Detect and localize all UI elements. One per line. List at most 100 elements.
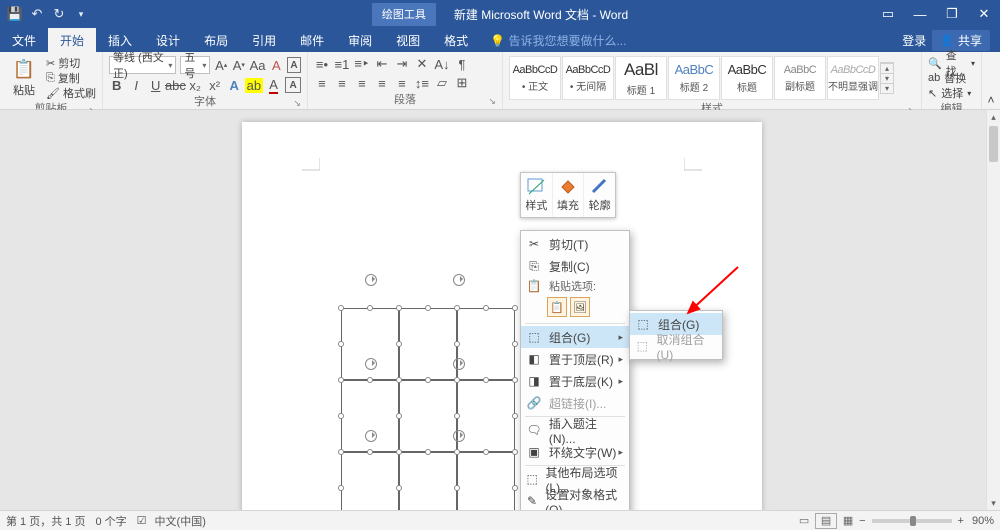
paste-keep-source-icon[interactable]: 📋	[547, 297, 567, 317]
paste-button[interactable]: 📋 粘贴	[6, 56, 42, 100]
restore-icon[interactable]: ❐	[936, 0, 968, 28]
char-border-icon[interactable]: A	[287, 57, 301, 73]
ctx-send-back[interactable]: ◨置于底层(K)▸	[521, 370, 629, 392]
superscript-icon[interactable]: x²	[207, 77, 222, 93]
mini-outline-button[interactable]: 轮廓	[584, 173, 615, 217]
font-size-combo[interactable]: 五号▾	[180, 56, 210, 74]
ctx-wrap-text[interactable]: ▣环绕文字(W)▸	[521, 441, 629, 463]
print-layout-icon[interactable]: ▤	[815, 513, 837, 529]
word-count[interactable]: 0 个字	[95, 513, 126, 529]
tab-mailings[interactable]: 邮件	[288, 28, 336, 52]
scroll-thumb[interactable]	[989, 126, 998, 162]
tab-references[interactable]: 引用	[240, 28, 288, 52]
tab-view[interactable]: 视图	[384, 28, 432, 52]
tab-review[interactable]: 审阅	[336, 28, 384, 52]
mini-fill-button[interactable]: 填充	[553, 173, 585, 217]
ribbon-options-icon[interactable]: ▭	[872, 0, 904, 28]
scroll-down-icon[interactable]: ▾	[987, 496, 1000, 510]
change-case-icon[interactable]: Aa	[250, 57, 266, 73]
clear-format-icon[interactable]: A	[270, 57, 284, 73]
highlight-icon[interactable]: ab	[246, 77, 262, 93]
scroll-up-icon[interactable]: ▴	[987, 110, 1000, 124]
font-family-combo[interactable]: 等线 (西文正)▾	[109, 56, 176, 74]
bold-icon[interactable]: B	[109, 77, 124, 93]
numbering-icon[interactable]: ≡1	[334, 56, 350, 72]
close-icon[interactable]: ✕	[968, 0, 1000, 28]
zoom-thumb[interactable]	[910, 516, 916, 526]
grow-font-icon[interactable]: A▴	[214, 57, 228, 73]
style-gallery[interactable]: AaBbCcD• 正文 AaBbCcD• 无间隔 AaBl标题 1 AaBbC标…	[509, 56, 894, 100]
font-color-icon[interactable]: A	[266, 77, 281, 93]
ctx-group[interactable]: ⬚组合(G)▸	[521, 326, 629, 348]
asian-layout-icon[interactable]: ✕	[414, 56, 430, 72]
align-left-icon[interactable]: ≡	[314, 75, 330, 91]
shading-icon[interactable]: ▱	[434, 75, 450, 91]
italic-icon[interactable]: I	[128, 77, 143, 93]
cut-button[interactable]: ✂剪切	[46, 56, 96, 70]
style-gallery-scroll[interactable]: ▴▾▾	[880, 62, 894, 94]
zoom-level[interactable]: 90%	[972, 515, 994, 527]
ctx-bring-front[interactable]: ◧置于顶层(R)▸	[521, 348, 629, 370]
language-indicator[interactable]: 中文(中国)	[155, 513, 206, 529]
spellcheck-icon[interactable]: ☑	[137, 514, 147, 527]
ctx-insert-caption[interactable]: 🗨插入题注(N)...	[521, 419, 629, 441]
strikethrough-icon[interactable]: abc	[167, 77, 183, 93]
page-indicator[interactable]: 第 1 页，共 1 页	[6, 513, 85, 529]
tab-format[interactable]: 格式	[432, 28, 480, 52]
format-painter-button[interactable]: 🖌格式刷	[46, 86, 96, 100]
ctx-copy[interactable]: ⎘复制(C)	[521, 255, 629, 277]
paste-picture-icon[interactable]: 🖼	[570, 297, 590, 317]
rotation-handle-icon[interactable]	[453, 358, 465, 370]
style-title[interactable]: AaBbC标题	[721, 56, 773, 100]
shrink-font-icon[interactable]: A▾	[232, 57, 246, 73]
sort-icon[interactable]: A↓	[434, 56, 450, 72]
style-no-spacing[interactable]: AaBbCcD• 无间隔	[562, 56, 614, 100]
tab-file[interactable]: 文件	[0, 28, 48, 52]
redo-icon[interactable]: ↻	[50, 5, 68, 23]
zoom-plus[interactable]: +	[958, 515, 964, 527]
read-mode-icon[interactable]: ▭	[793, 513, 815, 529]
borders-icon[interactable]: ⊞	[454, 75, 470, 91]
selected-shapes[interactable]	[341, 308, 515, 510]
qat-more-icon[interactable]: ▾	[72, 5, 90, 23]
find-button[interactable]: 🔍查找▾	[928, 56, 975, 70]
tell-me-box[interactable]: 💡 告诉我您想要做什么...	[480, 28, 636, 52]
replace-button[interactable]: ab替换	[928, 71, 975, 85]
mini-style-button[interactable]: 样式	[521, 173, 553, 217]
para-launcher[interactable]: ↘	[488, 96, 496, 107]
rotation-handle-icon[interactable]	[365, 358, 377, 370]
zoom-minus[interactable]: −	[859, 515, 865, 527]
style-subtitle[interactable]: AaBbC副标题	[774, 56, 826, 100]
collapse-ribbon-icon[interactable]: ˄	[982, 52, 1000, 109]
distribute-icon[interactable]: ≡	[394, 75, 410, 91]
sign-in-link[interactable]: 登录	[902, 32, 926, 49]
style-heading1[interactable]: AaBl标题 1	[615, 56, 667, 100]
underline-icon[interactable]: U	[148, 77, 163, 93]
minimize-icon[interactable]: —	[904, 0, 936, 28]
copy-button[interactable]: ⎘复制	[46, 71, 96, 85]
rotation-handle-icon[interactable]	[365, 274, 377, 286]
ctx-cut[interactable]: ✂剪切(T)	[521, 233, 629, 255]
tab-home[interactable]: 开始	[48, 28, 96, 52]
mini-toolbar[interactable]: 样式 填充 轮廓	[520, 172, 616, 218]
subscript-icon[interactable]: x₂	[187, 77, 202, 93]
rotation-handle-icon[interactable]	[453, 430, 465, 442]
line-spacing-icon[interactable]: ↕≡	[414, 75, 430, 91]
font-launcher[interactable]: ↘	[293, 98, 301, 109]
style-normal[interactable]: AaBbCcD• 正文	[509, 56, 561, 100]
align-center-icon[interactable]: ≡	[334, 75, 350, 91]
document-area[interactable]	[0, 110, 986, 510]
zoom-slider[interactable]	[872, 519, 952, 523]
web-layout-icon[interactable]: ▦	[837, 513, 859, 529]
style-heading2[interactable]: AaBbC标题 2	[668, 56, 720, 100]
bullets-icon[interactable]: ≡•	[314, 56, 330, 72]
decrease-indent-icon[interactable]: ⇤	[374, 56, 390, 72]
undo-icon[interactable]: ↶	[28, 5, 46, 23]
char-shading-icon[interactable]: A	[285, 77, 301, 93]
rotation-handle-icon[interactable]	[365, 430, 377, 442]
select-button[interactable]: ↖选择▾	[928, 86, 975, 100]
rotation-handle-icon[interactable]	[453, 274, 465, 286]
ctx-format-object[interactable]: ✎设置对象格式(O)...	[521, 490, 629, 512]
vertical-scrollbar[interactable]: ▴ ▾	[986, 110, 1000, 510]
justify-icon[interactable]: ≡	[374, 75, 390, 91]
